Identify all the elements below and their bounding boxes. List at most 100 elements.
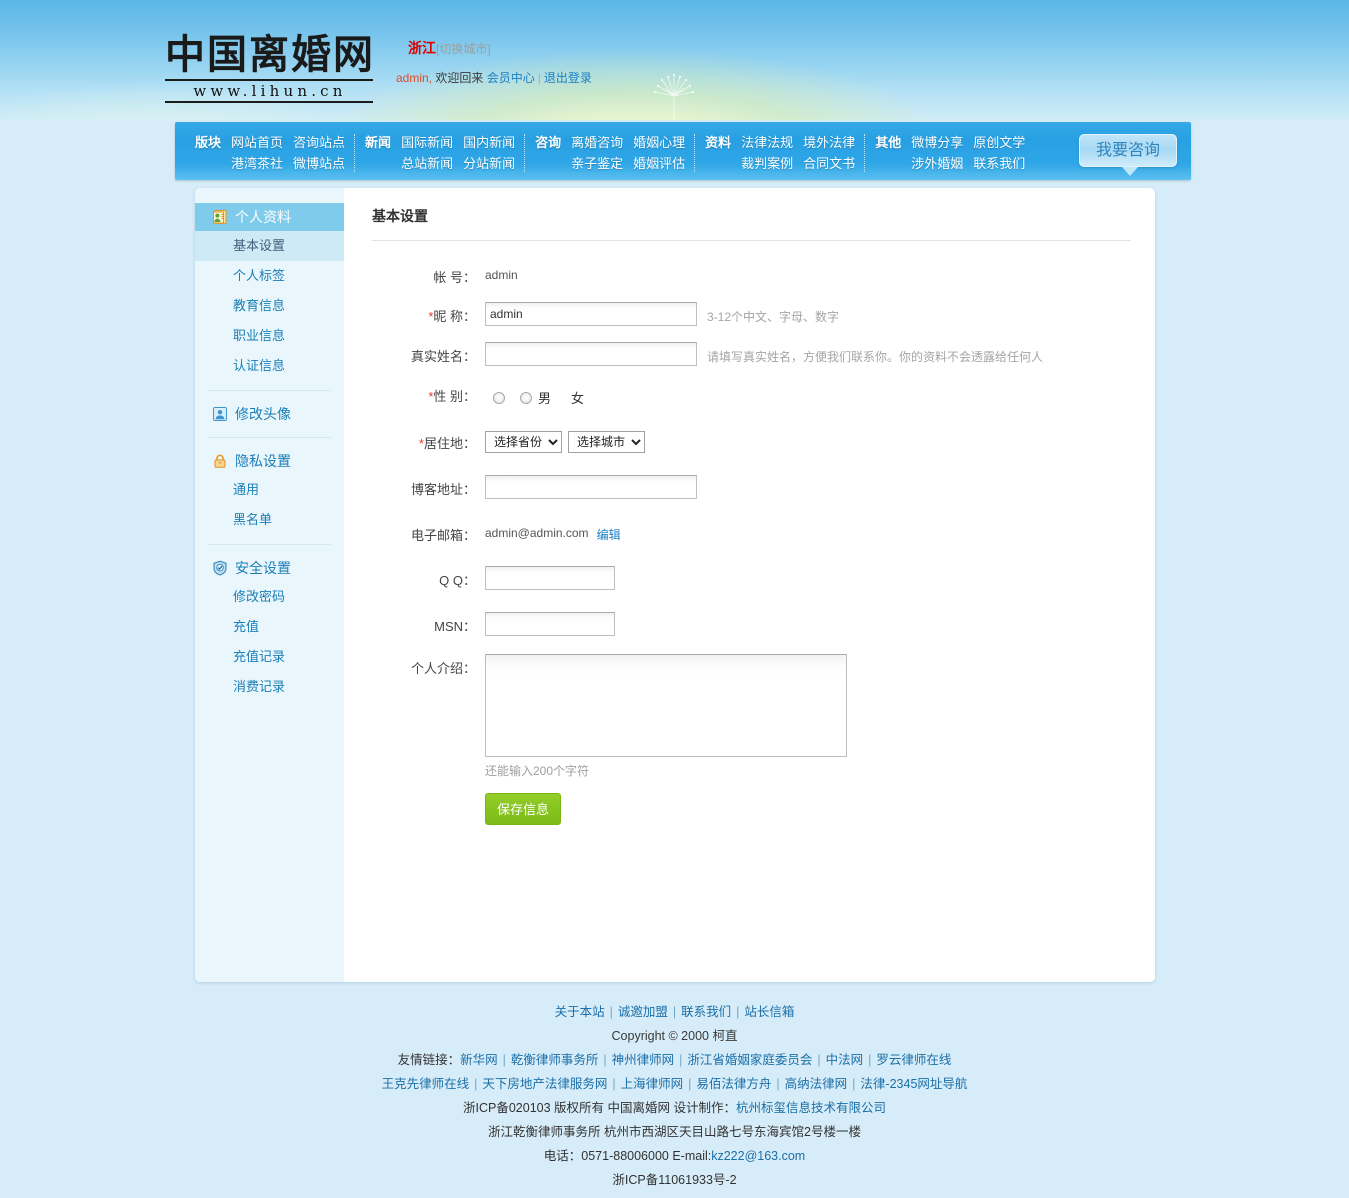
- qq-input[interactable]: [485, 566, 615, 590]
- sidebar-item-认证信息[interactable]: 认证信息: [195, 351, 344, 381]
- nav-link-法律法规[interactable]: 法律法规: [741, 134, 793, 151]
- sidebar-item-黑名单[interactable]: 黑名单: [195, 505, 344, 535]
- sidebar-section-label: 修改头像: [235, 406, 291, 422]
- sidebar-item-修改密码[interactable]: 修改密码: [195, 582, 344, 612]
- qq-label: Q Q：: [439, 573, 476, 588]
- friend-link-高纳法律网[interactable]: 高纳法律网: [785, 1077, 848, 1091]
- nav-link-分站新闻[interactable]: 分站新闻: [463, 155, 515, 172]
- nickname-input[interactable]: [485, 302, 697, 326]
- msn-label: MSN：: [434, 619, 476, 634]
- nav-link-婚姻心理[interactable]: 婚姻心理: [633, 134, 685, 151]
- footer-link-联系我们[interactable]: 联系我们: [681, 1005, 731, 1019]
- save-button[interactable]: 保存信息: [485, 793, 562, 825]
- nav-category-label: 其他: [875, 135, 902, 150]
- icp-prefix: 浙ICP备020103 版权所有 中国离婚网 设计制作：: [463, 1101, 736, 1115]
- intro-textarea[interactable]: [485, 654, 847, 757]
- sidebar-section-label: 隐私设置: [235, 453, 291, 469]
- designer-link[interactable]: 杭州标玺信息技术有限公司: [736, 1101, 886, 1115]
- site-logo[interactable]: 中国离婚网 www.lihun.cn: [165, 32, 375, 104]
- friend-link-天下房地产法律服务网[interactable]: 天下房地产法律服务网: [482, 1077, 607, 1091]
- intro-char-counter: 还能输入200个字符: [485, 764, 590, 778]
- nav-link-咨询站点[interactable]: 咨询站点: [293, 134, 345, 151]
- gender-radio-female[interactable]: [520, 391, 532, 404]
- nav-link-联系我们[interactable]: 联系我们: [973, 155, 1025, 172]
- footer-separator: |: [679, 1053, 683, 1067]
- form-row-residence: *居住地： 选择省份 选择城市: [372, 429, 1131, 453]
- realname-input[interactable]: [485, 342, 697, 366]
- nav-link-婚姻评估[interactable]: 婚姻评估: [633, 155, 685, 172]
- sidebar-item-消费记录[interactable]: 消费记录: [195, 672, 344, 702]
- nav-link-离婚咨询[interactable]: 离婚咨询: [571, 134, 623, 151]
- footer-separator: |: [736, 1005, 740, 1019]
- form-row-gender: *性 别： 男 女: [372, 382, 1131, 407]
- nav-link-涉外婚姻[interactable]: 涉外婚姻: [911, 155, 963, 172]
- friend-link-乾衡律师事务所[interactable]: 乾衡律师事务所: [511, 1053, 599, 1067]
- sidebar-item-充值[interactable]: 充值: [195, 612, 344, 642]
- email-edit-link[interactable]: 编辑: [597, 521, 621, 543]
- switch-city-link[interactable]: [切换城市]: [436, 42, 491, 56]
- nav-groups-container: 版块 网站首页 咨询站点 港湾茶社 微博站点 新闻 国际新闻 国内新闻 总站新闻 分站新闻 咨询 离婚…: [175, 122, 1191, 180]
- city-select[interactable]: 选择城市: [568, 431, 645, 453]
- nav-link-微博分享[interactable]: 微博分享: [911, 134, 963, 151]
- nav-link-国际新闻[interactable]: 国际新闻: [401, 134, 453, 151]
- friend-link-罗云律师在线[interactable]: 罗云律师在线: [876, 1053, 951, 1067]
- nav-link-原创文学[interactable]: 原创文学: [973, 134, 1025, 151]
- nav-link-裁判案例[interactable]: 裁判案例: [741, 155, 793, 172]
- sidebar-section-修改头像[interactable]: 修改头像: [195, 400, 344, 428]
- nav-link-grid: 离婚咨询 婚姻心理 亲子鉴定 婚姻评估: [567, 134, 685, 172]
- blog-input[interactable]: [485, 475, 697, 499]
- logout-link[interactable]: 退出登录: [544, 71, 592, 85]
- footer-link-关于本站[interactable]: 关于本站: [555, 1005, 605, 1019]
- friend-link-浙江省婚姻家庭委员会[interactable]: 浙江省婚姻家庭委员会: [687, 1053, 812, 1067]
- nav-category-label: 新闻: [365, 135, 392, 150]
- gender-radio-male[interactable]: [493, 391, 505, 404]
- residence-label: *居住地：: [418, 436, 476, 451]
- friend-link-王克先律师在线[interactable]: 王克先律师在线: [382, 1077, 470, 1091]
- nav-category-label: 资料: [705, 135, 732, 150]
- friend-link-神州律师网[interactable]: 神州律师网: [612, 1053, 675, 1067]
- friend-link-中法网[interactable]: 中法网: [826, 1053, 864, 1067]
- nav-group-资料: 资料 法律法规 境外法律 裁判案例 合同文书: [694, 134, 855, 172]
- avatar-icon: [212, 406, 228, 422]
- intro-label: 个人介绍：: [410, 661, 476, 676]
- gender-female-label[interactable]: 女: [571, 388, 584, 407]
- welcome-separator: |: [537, 71, 541, 85]
- email-link[interactable]: kz222@163.com: [711, 1149, 805, 1163]
- city-selector[interactable]: 浙江[切换城市]: [408, 38, 491, 58]
- logo-text: 中国离婚网: [165, 31, 375, 78]
- friend-link-易佰法律方舟[interactable]: 易佰法律方舟: [696, 1077, 771, 1091]
- sidebar-item-通用[interactable]: 通用: [195, 475, 344, 505]
- sidebar-item-教育信息[interactable]: 教育信息: [195, 291, 344, 321]
- realname-hint: 请填写真实姓名，方便我们联系你。你的资料不会透露给任何人: [707, 350, 1044, 364]
- msn-input[interactable]: [485, 612, 615, 636]
- nav-link-国内新闻[interactable]: 国内新闻: [463, 134, 515, 151]
- member-center-link[interactable]: 会员中心: [487, 71, 535, 85]
- province-select[interactable]: 选择省份: [485, 431, 562, 453]
- gender-male-label[interactable]: 男: [538, 388, 551, 407]
- nav-link-微博站点[interactable]: 微博站点: [293, 155, 345, 172]
- sidebar-item-个人标签[interactable]: 个人标签: [195, 261, 344, 291]
- sidebar-item-职业信息[interactable]: 职业信息: [195, 321, 344, 351]
- form-row-blog: 博客地址：: [372, 475, 1131, 499]
- sidebar-item-基本设置[interactable]: 基本设置: [195, 231, 344, 261]
- friend-link-新华网[interactable]: 新华网: [460, 1053, 498, 1067]
- nav-link-网站首页[interactable]: 网站首页: [231, 134, 283, 151]
- footer-icp-line: 浙ICP备020103 版权所有 中国离婚网 设计制作：杭州标玺信息技术有限公司: [0, 1096, 1349, 1120]
- footer-separator: |: [502, 1053, 506, 1067]
- footer-link-站长信箱[interactable]: 站长信箱: [744, 1005, 794, 1019]
- logo-divider-top: [165, 79, 373, 81]
- sidebar-section-隐私设置[interactable]: 隐私设置: [195, 447, 344, 475]
- sidebar-section-安全设置[interactable]: 安全设置: [195, 554, 344, 582]
- nav-link-港湾茶社[interactable]: 港湾茶社: [231, 155, 283, 172]
- nav-link-亲子鉴定[interactable]: 亲子鉴定: [571, 155, 623, 172]
- nav-link-合同文书[interactable]: 合同文书: [803, 155, 855, 172]
- sidebar-section-个人资料[interactable]: 个人资料: [195, 203, 344, 231]
- nav-link-总站新闻[interactable]: 总站新闻: [401, 155, 453, 172]
- nav-link-境外法律[interactable]: 境外法律: [803, 134, 855, 151]
- friend-link-法律-2345网址导航[interactable]: 法律-2345网址导航: [860, 1077, 967, 1091]
- footer-link-诚邀加盟[interactable]: 诚邀加盟: [618, 1005, 668, 1019]
- sidebar-item-充值记录[interactable]: 充值记录: [195, 642, 344, 672]
- consult-button[interactable]: 我要咨询: [1079, 134, 1177, 176]
- friend-link-上海律师网[interactable]: 上海律师网: [621, 1077, 684, 1091]
- main-navigation: 版块 网站首页 咨询站点 港湾茶社 微博站点 新闻 国际新闻 国内新闻 总站新闻 分站新闻 咨询 离婚…: [175, 122, 1191, 180]
